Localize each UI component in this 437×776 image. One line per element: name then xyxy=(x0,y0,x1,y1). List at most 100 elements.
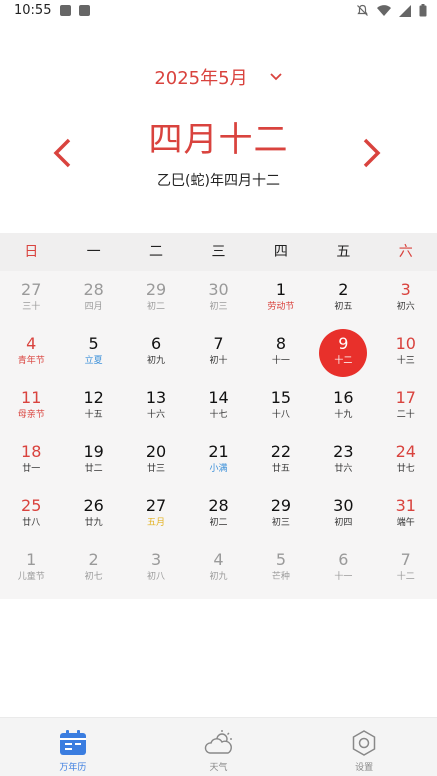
day-lunar-label: 十一 xyxy=(334,572,353,582)
day-cell[interactable]: 28 初二 xyxy=(187,487,249,541)
month-label[interactable]: 2025年5月 xyxy=(154,64,247,90)
tab-settings[interactable]: 设置 xyxy=(291,718,437,776)
day-number: 10 xyxy=(395,334,416,353)
month-selector[interactable]: 2025年5月 xyxy=(0,64,437,90)
day-cell[interactable]: 2 初五 xyxy=(312,271,374,325)
day-cell[interactable]: 25 廿八 xyxy=(0,487,62,541)
day-cell[interactable]: 5 立夏 xyxy=(62,325,124,379)
day-cell[interactable]: 29 初二 xyxy=(125,271,187,325)
day-lunar-label: 初十 xyxy=(209,356,228,366)
day-number: 15 xyxy=(270,388,292,407)
day-cell-selected[interactable]: 9 十二 xyxy=(312,325,374,379)
selected-lunar-date: 四月十二 xyxy=(148,120,289,160)
day-cell[interactable]: 23 廿六 xyxy=(312,433,374,487)
day-lunar-label: 初九 xyxy=(147,356,166,366)
status-bar: 10:55 xyxy=(0,0,437,24)
day-cell[interactable]: 7 初十 xyxy=(187,325,249,379)
tab-weather[interactable]: 天气 xyxy=(146,718,292,776)
day-lunar-label: 劳动节 xyxy=(267,302,295,312)
day-cell[interactable]: 15 十八 xyxy=(250,379,312,433)
day-number: 26 xyxy=(83,496,104,515)
day-cell[interactable]: 29 初三 xyxy=(250,487,312,541)
day-cell[interactable]: 30 初四 xyxy=(312,487,374,541)
day-cell[interactable]: 4 青年节 xyxy=(0,325,62,379)
day-cell[interactable]: 30 初三 xyxy=(187,271,249,325)
day-number: 1 xyxy=(26,550,37,569)
day-lunar-label: 十九 xyxy=(334,410,353,420)
app-notification-icon xyxy=(79,5,90,16)
day-number: 20 xyxy=(145,442,167,461)
day-lunar-label: 十六 xyxy=(147,410,166,420)
day-lunar-label: 初六 xyxy=(396,302,415,312)
day-cell[interactable]: 3 初六 xyxy=(375,271,437,325)
day-number: 7 xyxy=(400,550,411,569)
day-lunar-label: 三十 xyxy=(22,302,41,312)
day-cell[interactable]: 6 初九 xyxy=(125,325,187,379)
day-cell[interactable]: 8 十一 xyxy=(250,325,312,379)
day-cell[interactable]: 24 廿七 xyxy=(375,433,437,487)
day-number: 17 xyxy=(395,388,416,407)
status-notifications xyxy=(60,5,90,16)
day-number: 19 xyxy=(83,442,104,461)
calendar-icon xyxy=(59,730,86,755)
weekday-fri: 五 xyxy=(336,244,351,260)
weekday-wed: 三 xyxy=(211,244,226,260)
day-lunar-label: 端午 xyxy=(396,518,415,528)
day-cell[interactable]: 5 芒种 xyxy=(250,541,312,595)
day-lunar-label: 初二 xyxy=(147,302,166,312)
day-cell[interactable]: 1 劳动节 xyxy=(250,271,312,325)
day-lunar-label: 芒种 xyxy=(271,572,290,582)
day-cell[interactable]: 28 四月 xyxy=(62,271,124,325)
day-number: 5 xyxy=(88,334,99,353)
weekday-sun: 日 xyxy=(24,244,39,260)
mute-icon xyxy=(357,4,368,16)
chevron-down-icon[interactable] xyxy=(269,70,283,84)
day-cell[interactable]: 17 二十 xyxy=(375,379,437,433)
day-cell[interactable]: 4 初九 xyxy=(187,541,249,595)
day-lunar-label: 初三 xyxy=(209,302,228,312)
day-cell[interactable]: 20 廿三 xyxy=(125,433,187,487)
weekday-mon: 一 xyxy=(86,244,101,260)
day-number: 2 xyxy=(88,550,99,569)
day-number: 18 xyxy=(21,442,42,461)
day-lunar-label: 十五 xyxy=(84,410,103,420)
day-cell[interactable]: 22 廿五 xyxy=(250,433,312,487)
month-calendar: 日 一 二 三 四 五 六 27 三十 28 四月 29 初二 30 初三 1 劳动节 2 初五 3 初六… xyxy=(0,233,437,599)
day-cell[interactable]: 11 母亲节 xyxy=(0,379,62,433)
day-cell[interactable]: 12 十五 xyxy=(62,379,124,433)
day-lunar-label: 廿一 xyxy=(22,464,41,474)
day-number: 27 xyxy=(21,280,42,299)
status-time: 10:55 xyxy=(14,3,52,18)
day-cell[interactable]: 27 五月 xyxy=(125,487,187,541)
day-number: 3 xyxy=(400,280,411,299)
day-cell[interactable]: 26 廿九 xyxy=(62,487,124,541)
day-cell[interactable]: 18 廿一 xyxy=(0,433,62,487)
day-cell[interactable]: 10 十三 xyxy=(375,325,437,379)
day-number: 23 xyxy=(333,442,354,461)
day-cell[interactable]: 27 三十 xyxy=(0,271,62,325)
day-lunar-label: 初七 xyxy=(84,572,103,582)
day-lunar-label: 小满 xyxy=(209,464,228,474)
day-cell[interactable]: 19 廿二 xyxy=(62,433,124,487)
day-lunar-label: 廿三 xyxy=(147,464,166,474)
weekday-thu: 四 xyxy=(273,244,288,260)
day-lunar-label: 廿七 xyxy=(396,464,415,474)
day-cell[interactable]: 31 端午 xyxy=(375,487,437,541)
day-number: 11 xyxy=(21,388,42,407)
day-cell[interactable]: 16 十九 xyxy=(312,379,374,433)
day-cell[interactable]: 2 初七 xyxy=(62,541,124,595)
day-lunar-label: 母亲节 xyxy=(17,410,45,420)
tab-calendar[interactable]: 万年历 xyxy=(0,718,146,776)
day-grid: 27 三十 28 四月 29 初二 30 初三 1 劳动节 2 初五 3 初六 4 青年节 5 立夏 6 初九 7 初十 8… xyxy=(0,271,437,595)
day-cell[interactable]: 13 十六 xyxy=(125,379,187,433)
day-cell[interactable]: 21 小满 xyxy=(187,433,249,487)
day-cell[interactable]: 3 初八 xyxy=(125,541,187,595)
day-number: 12 xyxy=(83,388,104,407)
day-number: 6 xyxy=(150,334,162,353)
battery-icon xyxy=(419,4,427,17)
day-cell[interactable]: 14 十七 xyxy=(187,379,249,433)
day-cell[interactable]: 7 十二 xyxy=(375,541,437,595)
day-cell[interactable]: 1 儿童节 xyxy=(0,541,62,595)
day-cell[interactable]: 6 十一 xyxy=(312,541,374,595)
day-number: 5 xyxy=(275,550,287,569)
